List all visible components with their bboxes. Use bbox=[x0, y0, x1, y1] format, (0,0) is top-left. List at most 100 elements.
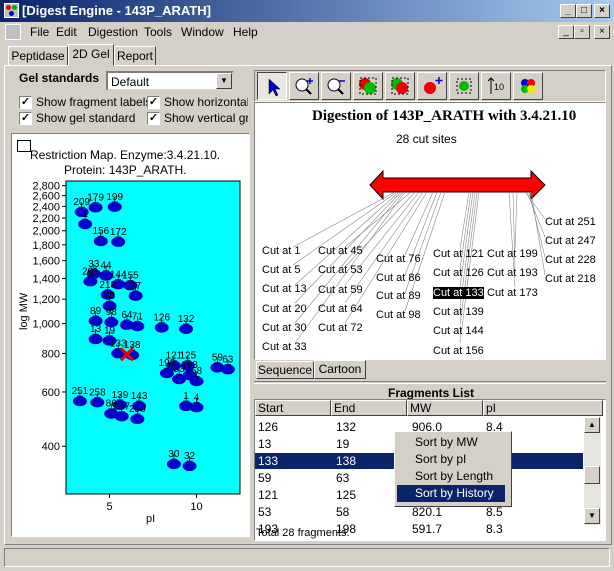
chevron-down-icon[interactable]: ▼ bbox=[216, 73, 232, 89]
cut-site-label[interactable]: Cut at 13 bbox=[262, 283, 307, 295]
scroll-thumb[interactable] bbox=[584, 466, 600, 484]
column-pi[interactable]: pI bbox=[483, 400, 603, 416]
cut-site-label[interactable]: Cut at 45 bbox=[318, 245, 363, 257]
table-cell: 8.5 bbox=[486, 505, 503, 519]
tab-report[interactable]: Report bbox=[114, 46, 156, 66]
cut-site-label[interactable]: Cut at 228 bbox=[545, 254, 596, 266]
select-tool-button[interactable] bbox=[257, 72, 287, 100]
color-palette-button[interactable] bbox=[513, 72, 543, 100]
spot-label: 132 bbox=[178, 314, 195, 325]
tab-cartoon[interactable]: Cartoon bbox=[314, 360, 366, 379]
tab-2d-gel[interactable]: 2D Gel bbox=[68, 44, 114, 66]
spot-label: 98 bbox=[106, 307, 118, 318]
cut-site-label[interactable]: Cut at 139 bbox=[433, 306, 484, 318]
column-end[interactable]: End bbox=[331, 400, 407, 416]
cut-site-label[interactable]: Cut at 1 bbox=[262, 245, 301, 257]
cut-site-label[interactable]: Cut at 86 bbox=[376, 272, 421, 284]
cut-site-label[interactable]: Cut at 218 bbox=[545, 273, 596, 285]
spot-label: 156 bbox=[92, 226, 109, 237]
menu-sort-by-length[interactable]: Sort by Length bbox=[397, 468, 505, 485]
cut-site-label[interactable]: Cut at 33 bbox=[262, 341, 307, 353]
add-spot-button[interactable] bbox=[417, 72, 447, 100]
cut-site-label[interactable]: Cut at 98 bbox=[376, 309, 421, 321]
cut-site-label[interactable]: Cut at 193 bbox=[487, 267, 538, 279]
cut-site-label[interactable]: Cut at 173 bbox=[487, 287, 538, 299]
y-tick-label: 2,400 bbox=[32, 201, 60, 213]
menu-bar: File Edit Digestion Tools Window Help _ … bbox=[0, 22, 614, 42]
zoom-out-button[interactable] bbox=[321, 72, 351, 100]
cut-site-label[interactable]: Cut at 121 bbox=[433, 248, 484, 260]
cut-site-label[interactable]: Cut at 199 bbox=[487, 248, 538, 260]
cut-site-label[interactable]: Cut at 156 bbox=[433, 345, 484, 357]
show-fragment-labels-checkbox[interactable]: ✓ bbox=[19, 96, 32, 109]
mdi-close-button[interactable]: × bbox=[594, 25, 610, 39]
mdi-minimize-button[interactable]: _ bbox=[558, 25, 574, 39]
tab-peptidase[interactable]: Peptidase bbox=[8, 46, 68, 66]
cut-site-label[interactable]: Cut at 59 bbox=[318, 284, 363, 296]
gel-spot bbox=[128, 290, 143, 301]
spot-label: 199 bbox=[106, 192, 123, 203]
spot-label: 4 bbox=[194, 392, 200, 403]
menu-edit[interactable]: Edit bbox=[56, 25, 77, 39]
close-button[interactable]: × bbox=[594, 4, 610, 18]
menu-tools[interactable]: Tools bbox=[144, 25, 172, 39]
zoom-in-button[interactable] bbox=[289, 72, 319, 100]
cut-site-label[interactable]: Cut at 89 bbox=[376, 290, 421, 302]
gel-standard-select[interactable]: Default ▼ bbox=[106, 71, 234, 91]
select-red-button[interactable] bbox=[385, 72, 415, 100]
cut-site-label[interactable]: Cut at 76 bbox=[376, 253, 421, 265]
table-cell: 591.7 bbox=[412, 522, 443, 536]
cut-site-label[interactable]: Cut at 20 bbox=[262, 303, 307, 315]
scroll-down-button[interactable]: ▼ bbox=[584, 508, 600, 524]
table-cell: 126 bbox=[258, 420, 279, 434]
spot-label: 89 bbox=[90, 306, 102, 317]
scroll-up-button[interactable]: ▲ bbox=[584, 417, 600, 433]
x-axis-label: pI bbox=[146, 513, 156, 525]
cut-site-label[interactable]: Cut at 133 bbox=[433, 286, 484, 299]
show-vertical-grid-checkbox[interactable]: ✓ bbox=[147, 112, 160, 125]
menu-file[interactable]: File bbox=[30, 25, 49, 39]
tab-sequence[interactable]: Sequence bbox=[256, 361, 314, 379]
cut-site-label[interactable]: Cut at 64 bbox=[318, 303, 363, 315]
gel-spot bbox=[182, 461, 197, 472]
splitter[interactable] bbox=[254, 381, 606, 384]
frame-spot-button[interactable] bbox=[449, 72, 479, 100]
frame-spot-icon bbox=[456, 78, 472, 94]
table-cell: 58 bbox=[336, 505, 350, 519]
minimize-button[interactable]: _ bbox=[560, 4, 576, 18]
cut-site-label[interactable]: Cut at 247 bbox=[545, 235, 596, 247]
swap-axis-button[interactable]: 10 bbox=[481, 72, 511, 100]
menu-window[interactable]: Window bbox=[181, 25, 224, 39]
menu-sort-by-mw[interactable]: Sort by MW bbox=[397, 434, 505, 451]
mdi-icon[interactable] bbox=[5, 24, 21, 40]
y-axis-label: log MW bbox=[18, 292, 30, 330]
cut-site-label[interactable]: Cut at 144 bbox=[433, 325, 484, 337]
spot-label: 201 bbox=[82, 266, 99, 277]
menu-sort-by-history[interactable]: Sort by History bbox=[397, 485, 505, 502]
cut-site-label[interactable]: Cut at 126 bbox=[433, 267, 484, 279]
spot-label: 32 bbox=[184, 451, 196, 462]
select-green-button[interactable] bbox=[353, 72, 383, 100]
app-icon[interactable] bbox=[4, 3, 19, 18]
spot-label: 258 bbox=[89, 387, 106, 398]
cut-site-label[interactable]: Cut at 30 bbox=[262, 322, 307, 334]
cut-site-label[interactable]: Cut at 5 bbox=[262, 264, 301, 276]
cut-site-label[interactable]: Cut at 72 bbox=[318, 322, 363, 334]
menu-digestion[interactable]: Digestion bbox=[88, 25, 138, 39]
mdi-restore-button[interactable]: ▫ bbox=[574, 25, 590, 39]
menu-sort-by-pi[interactable]: Sort by pI bbox=[397, 451, 505, 468]
show-gel-standard-checkbox[interactable]: ✓ bbox=[19, 112, 32, 125]
cut-site-label[interactable]: Cut at 251 bbox=[545, 216, 596, 228]
column-mw[interactable]: MW bbox=[407, 400, 483, 416]
gel-spot bbox=[172, 374, 187, 385]
show-horizontal-grid-checkbox[interactable]: ✓ bbox=[147, 96, 160, 109]
gel-deselect-icon bbox=[391, 77, 409, 95]
print-icon[interactable] bbox=[17, 140, 31, 152]
spot-label: 155 bbox=[122, 270, 139, 281]
maximize-button[interactable]: □ bbox=[576, 4, 592, 18]
column-start[interactable]: Start bbox=[255, 400, 331, 416]
table-cell: 59 bbox=[258, 471, 272, 485]
cut-site-label[interactable]: Cut at 53 bbox=[318, 264, 363, 276]
gel-spot bbox=[114, 411, 129, 422]
menu-help[interactable]: Help bbox=[233, 25, 258, 39]
